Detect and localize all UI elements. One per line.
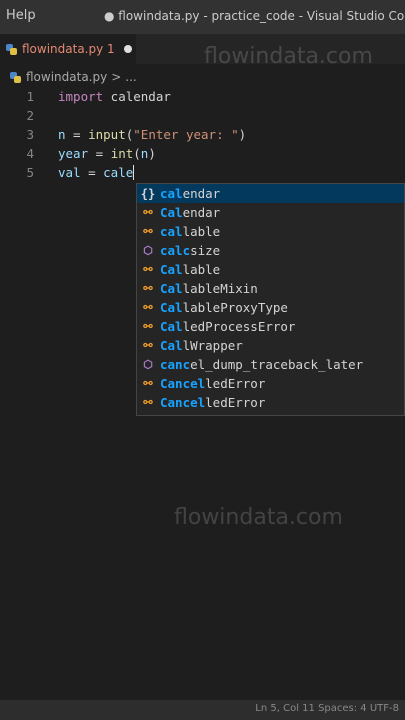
class-icon: ⚯ [143, 320, 153, 333]
suggestion-rest: ledProcessError [182, 319, 296, 334]
breadcrumb-more[interactable]: ... [125, 70, 136, 84]
suggestion-match: cal [160, 186, 183, 201]
suggestion-match: Cal [160, 300, 183, 315]
suggestion-item[interactable]: ⚯ Cal lableMixin [137, 279, 404, 298]
suggestion-widget: {} cal endar ⚯ Cal endar ⚯ cal lable ⬡ calc size ⚯ Ca… [136, 183, 405, 416]
code-line: 1 import calendar [0, 88, 405, 107]
suggestion-match: Cal [160, 262, 183, 277]
class-icon: ⚯ [143, 301, 153, 314]
function-token: input [88, 127, 126, 142]
code-line: 5 val = cale [0, 164, 405, 183]
watermark-top: flowindata.com [204, 44, 373, 69]
suggestion-item[interactable]: ⚯ Cal lable [137, 260, 404, 279]
class-icon: ⚯ [143, 263, 153, 276]
suggestion-match: canc [160, 357, 191, 372]
suggestion-rest: size [190, 243, 221, 258]
code-text: year = int(n) [58, 146, 156, 161]
line-number: 4 [26, 146, 34, 161]
suggestion-match: calc [160, 243, 191, 258]
class-icon: ⚯ [143, 377, 153, 390]
paren-token: ) [148, 146, 156, 161]
suggestion-rest: lableProxyType [182, 300, 288, 315]
menu-help[interactable]: Help [6, 8, 36, 23]
suggestion-rest: endar [182, 186, 221, 201]
python-file-icon [6, 43, 17, 55]
cube-icon: ⬡ [143, 244, 153, 257]
operator-token: = [88, 146, 111, 161]
line-number: 2 [26, 108, 34, 123]
code-line: 4 year = int(n) [0, 145, 405, 164]
tab-label: flowindata.py 1 [22, 42, 115, 56]
function-token: int [110, 146, 134, 161]
code-line: 3 n = input("Enter year: ") [0, 126, 405, 145]
class-icon: ⚯ [143, 396, 153, 409]
typed-token: cale [103, 165, 134, 180]
breadcrumb: flowindata.py > ... [0, 66, 405, 88]
class-icon: ⚯ [143, 339, 153, 352]
unsaved-dot-icon[interactable] [123, 45, 132, 53]
string-token: "Enter year: " [133, 127, 239, 142]
line-number: 1 [26, 89, 34, 104]
module-name: calendar [103, 89, 171, 104]
paren-token: ) [238, 127, 247, 142]
suggestion-item[interactable]: ⚯ Cal endar [137, 203, 404, 222]
keyword-import: import [58, 89, 104, 104]
suggestion-item[interactable]: ⚯ Cal lableProxyType [137, 298, 404, 317]
suggestion-match: Cal [160, 281, 183, 296]
code-line: 2 [0, 107, 405, 126]
title-bar: Help ● flowindata.py - practice_code - V… [0, 0, 405, 34]
suggestion-rest: lable [182, 224, 221, 239]
chevron-right-icon: > [111, 70, 122, 84]
suggestion-rest: el_dump_traceback_later [190, 357, 364, 372]
suggestion-rest: ledError [205, 376, 266, 391]
tab-flowindata-py[interactable]: flowindata.py 1 [0, 34, 136, 64]
window-title: ● flowindata.py - practice_code - Visual… [104, 9, 405, 23]
module-icon: {} [140, 186, 156, 201]
suggestion-match: Cancel [160, 376, 206, 391]
suggestion-match: Cal [160, 338, 183, 353]
status-text: Ln 5, Col 11 Spaces: 4 UTF-8 [255, 703, 399, 714]
class-icon: ⚯ [143, 225, 153, 238]
suggestion-match: Cal [160, 319, 183, 334]
status-bar: Ln 5, Col 11 Spaces: 4 UTF-8 [0, 700, 405, 720]
breadcrumb-file[interactable]: flowindata.py [26, 70, 107, 84]
suggestion-match: Cal [160, 205, 183, 220]
python-file-icon [10, 71, 21, 83]
line-number: 3 [26, 127, 34, 142]
suggestion-rest: lWrapper [182, 338, 243, 353]
cube-icon: ⬡ [143, 358, 153, 371]
suggestion-rest: lableMixin [182, 281, 258, 296]
text-cursor [133, 165, 135, 180]
suggestion-rest: lable [182, 262, 221, 277]
paren-token: ( [133, 146, 141, 161]
code-text: val = cale [58, 165, 135, 180]
code-text: import calendar [58, 89, 171, 104]
suggestion-match: Cancel [160, 395, 206, 410]
suggestion-rest: ledError [205, 395, 266, 410]
suggestion-item[interactable]: {} cal endar [137, 184, 404, 203]
suggestion-item[interactable]: ⚯ Cancel ledError [137, 393, 404, 412]
var-token: year [58, 146, 89, 161]
var-token: n [58, 127, 66, 142]
class-icon: ⚯ [143, 206, 153, 219]
suggestion-item[interactable]: ⬡ canc el_dump_traceback_later [137, 355, 404, 374]
watermark-bottom: flowindata.com [174, 505, 343, 530]
suggestion-match: cal [160, 224, 183, 239]
code-text: n = input("Enter year: ") [58, 127, 246, 142]
suggestion-item[interactable]: ⚯ Cal lWrapper [137, 336, 404, 355]
suggestion-item[interactable]: ⚯ Cal ledProcessError [137, 317, 404, 336]
var-token: val [58, 165, 81, 180]
operator-token: = [80, 165, 104, 180]
suggestion-item[interactable]: ⬡ calc size [137, 241, 404, 260]
suggestion-item[interactable]: ⚯ Cancel ledError [137, 374, 404, 393]
class-icon: ⚯ [143, 282, 153, 295]
suggestion-item[interactable]: ⚯ cal lable [137, 222, 404, 241]
suggestion-rest: endar [182, 205, 221, 220]
operator-token: = [65, 127, 89, 142]
line-number: 5 [26, 165, 34, 180]
